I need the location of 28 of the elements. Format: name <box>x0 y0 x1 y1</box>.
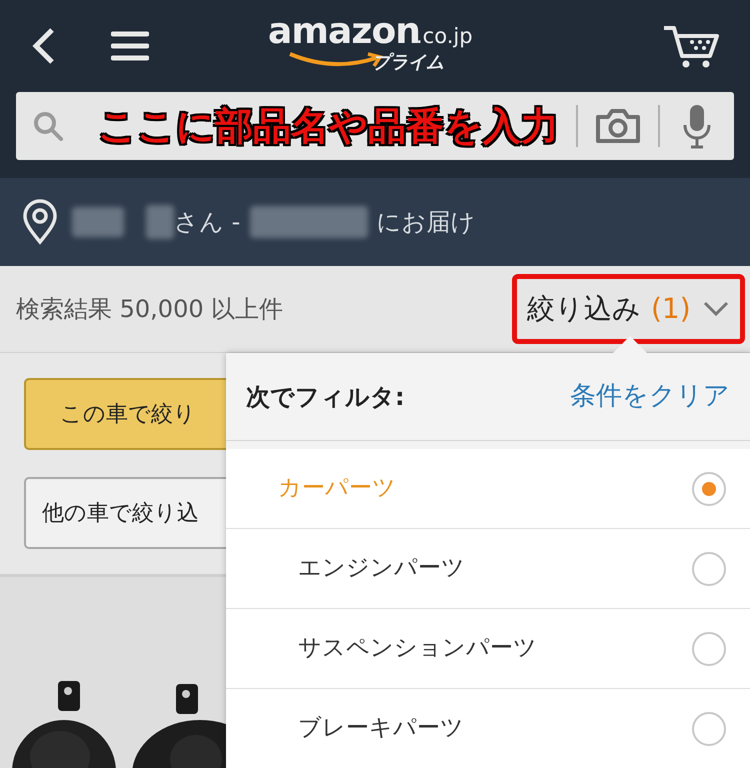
filter-option[interactable]: サスペンションパーツ <box>226 609 750 689</box>
redacted-block <box>72 207 124 237</box>
microphone-icon[interactable] <box>682 103 712 149</box>
delivery-text: にお届け <box>376 207 476 238</box>
logo[interactable]: amazon.co.jp プライム <box>268 14 490 76</box>
filter-panel-title: 次でフィルタ: <box>246 382 405 412</box>
filter-option[interactable]: ブレーキパーツ <box>226 689 750 768</box>
radio-button[interactable] <box>692 472 726 506</box>
location-pin-icon <box>22 199 58 245</box>
search-field[interactable]: ここに部品名や品番を入力 <box>16 92 734 160</box>
vehicle-filter-button[interactable]: 他の車で絞り込 <box>24 477 226 549</box>
radio-button[interactable] <box>692 632 726 666</box>
radio-button[interactable] <box>692 712 726 746</box>
filter-option[interactable]: エンジンパーツ <box>226 529 750 609</box>
filter-button[interactable]: 絞り込み (1) <box>512 274 745 344</box>
back-icon[interactable] <box>30 26 56 66</box>
search-icon <box>32 110 64 142</box>
clear-filters-link[interactable]: 条件をクリア <box>570 377 730 416</box>
cart-icon[interactable] <box>662 24 720 68</box>
menu-icon[interactable] <box>111 31 149 61</box>
chevron-down-icon <box>702 301 729 317</box>
delivery-name-text: さん - <box>174 207 240 238</box>
annotation-text: ここに部品名や品番を入力 <box>98 107 559 145</box>
radio-button[interactable] <box>692 552 726 586</box>
vehicle-filter-button[interactable]: この車で絞り <box>24 378 226 450</box>
redacted-block <box>146 205 174 239</box>
result-count: 検索結果 50,000 以上件 <box>16 294 284 325</box>
camera-icon[interactable] <box>594 107 642 145</box>
